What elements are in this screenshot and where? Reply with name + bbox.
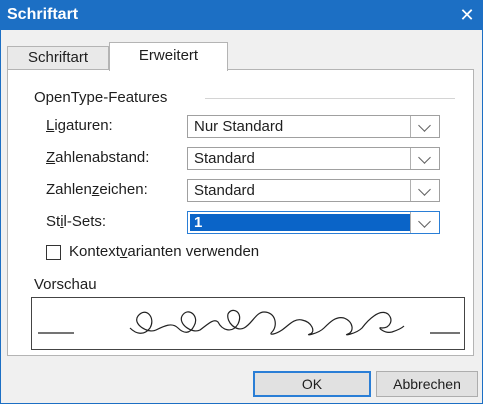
preview-box (31, 297, 465, 350)
selection-highlight: 1 (190, 214, 410, 231)
stylistic-sets-select[interactable]: 1 (187, 211, 440, 234)
group-divider (205, 98, 455, 99)
tab-label: Schriftart (27, 49, 88, 66)
dropdown-button[interactable] (410, 148, 439, 169)
number-spacing-label: Zahlenabstand: (46, 149, 150, 166)
dropdown-button[interactable] (410, 212, 439, 233)
contextual-alternates-checkbox[interactable] (46, 245, 61, 260)
stylistic-sets-label: Stil-Sets: (46, 213, 107, 230)
number-spacing-select[interactable]: Standard (187, 147, 440, 170)
ligatures-label: Ligaturen: (46, 117, 113, 134)
dropdown-button[interactable] (410, 116, 439, 137)
chevron-down-icon (418, 215, 431, 228)
cancel-button[interactable]: Abbrechen (376, 371, 478, 397)
stylistic-sets-value: 1 (194, 214, 203, 231)
number-forms-label: Zahlenzeichen: (46, 181, 148, 198)
contextual-alternates-label[interactable]: Kontextvarianten verwenden (69, 243, 259, 260)
chevron-down-icon (418, 119, 431, 132)
font-dialog: Schriftart ✕ Schriftart Erweitert OpenTy… (0, 0, 483, 404)
ligatures-select[interactable]: Nur Standard (187, 115, 440, 138)
ligatures-value: Nur Standard (194, 118, 284, 135)
preview-sample (38, 309, 460, 336)
tab-schriftart[interactable]: Schriftart (7, 46, 109, 70)
dropdown-button[interactable] (410, 180, 439, 201)
tab-label: Erweitert (138, 47, 199, 64)
tab-erweitert[interactable]: Erweitert (109, 42, 228, 71)
close-icon[interactable]: ✕ (458, 4, 476, 26)
chevron-down-icon (418, 183, 431, 196)
title-bar: Schriftart ✕ (1, 1, 482, 30)
chevron-down-icon (418, 151, 431, 164)
number-forms-select[interactable]: Standard (187, 179, 440, 202)
number-forms-value: Standard (194, 182, 255, 199)
preview-label: Vorschau (34, 276, 97, 293)
opentype-group-title: OpenType-Features (34, 89, 168, 106)
ok-button[interactable]: OK (253, 371, 371, 397)
number-spacing-value: Standard (194, 150, 255, 167)
dialog-title: Schriftart (7, 6, 79, 23)
